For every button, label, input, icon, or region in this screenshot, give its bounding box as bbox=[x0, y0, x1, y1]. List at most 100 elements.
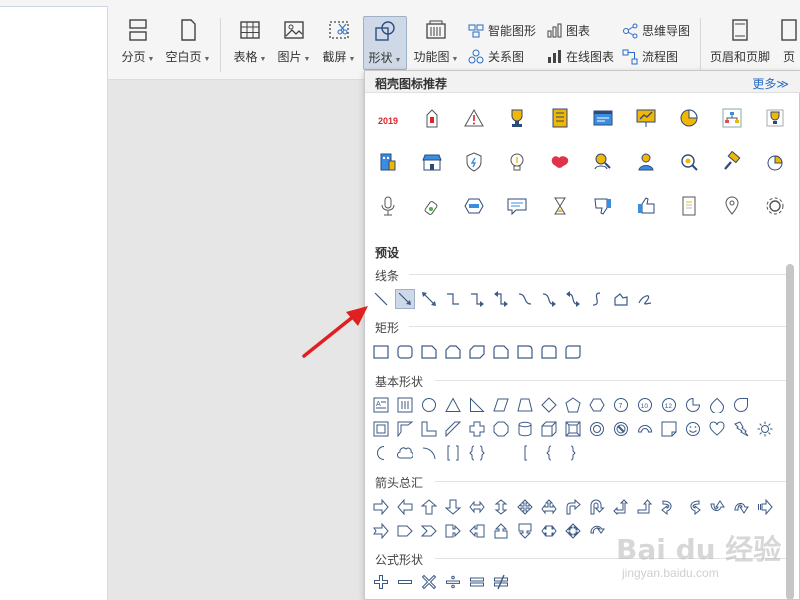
document-icon[interactable] bbox=[676, 193, 702, 219]
mind-map-button[interactable]: 思维导图 bbox=[622, 22, 690, 39]
l-shape[interactable] bbox=[420, 420, 438, 438]
sun-shape[interactable] bbox=[756, 420, 774, 438]
microphone-icon[interactable] bbox=[375, 193, 401, 219]
up-arrow-shape[interactable] bbox=[420, 498, 438, 516]
picture-button[interactable]: 图片 ▼ bbox=[274, 16, 314, 65]
lantern-icon[interactable] bbox=[419, 105, 445, 131]
curved-double-arrow-connector-shape[interactable] bbox=[564, 290, 582, 308]
up-down-arrow-shape[interactable] bbox=[492, 498, 510, 516]
decagon-shape[interactable]: 10 bbox=[636, 396, 654, 414]
left-right-up-arrow-shape[interactable] bbox=[540, 498, 558, 516]
chevron-shape[interactable] bbox=[420, 522, 438, 540]
double-arrow-line-shape[interactable] bbox=[420, 290, 438, 308]
snip-single-corner-rectangle-shape[interactable] bbox=[420, 343, 438, 361]
location-pin-icon[interactable] bbox=[719, 193, 745, 219]
frame-shape[interactable] bbox=[372, 420, 390, 438]
text-box-shape[interactable]: A bbox=[372, 396, 390, 414]
left-right-arrow-shape[interactable] bbox=[468, 498, 486, 516]
right-triangle-shape[interactable] bbox=[468, 396, 486, 414]
smiley-face-shape[interactable] bbox=[684, 420, 702, 438]
map-icon[interactable] bbox=[547, 149, 573, 175]
down-arrow-callout-shape[interactable] bbox=[516, 522, 534, 540]
building-icon[interactable] bbox=[375, 149, 401, 175]
award-icon[interactable] bbox=[762, 105, 788, 131]
pentagon-arrow-shape[interactable] bbox=[396, 522, 414, 540]
left-brace-shape[interactable] bbox=[540, 444, 558, 462]
lightning-bolt-shape[interactable] bbox=[732, 420, 750, 438]
more-link[interactable]: 更多≫ bbox=[752, 75, 789, 92]
round-diagonal-rectangle-shape[interactable] bbox=[564, 343, 582, 361]
math-minus-shape[interactable] bbox=[396, 573, 414, 591]
pie-slice-icon[interactable] bbox=[762, 149, 788, 175]
trapezoid-shape[interactable] bbox=[516, 396, 534, 414]
people-search-icon[interactable] bbox=[590, 149, 616, 175]
circular-arrow-shape[interactable] bbox=[588, 522, 606, 540]
right-arrow-shape[interactable] bbox=[372, 498, 390, 516]
right-arrow-callout-shape[interactable] bbox=[444, 522, 462, 540]
lightbulb-icon[interactable] bbox=[504, 149, 530, 175]
gear-icon[interactable] bbox=[762, 193, 788, 219]
function-chart-button[interactable]: 功能图 ▼ bbox=[412, 16, 460, 65]
can-shape[interactable] bbox=[516, 420, 534, 438]
pie-chart-icon[interactable] bbox=[676, 105, 702, 131]
heart-shape[interactable] bbox=[708, 420, 726, 438]
octagon-shape[interactable] bbox=[492, 420, 510, 438]
curved-down-arrow-shape[interactable] bbox=[732, 498, 750, 516]
block-arc-shape[interactable] bbox=[636, 420, 654, 438]
math-divide-shape[interactable] bbox=[444, 573, 462, 591]
snip-same-side-rectangle-shape[interactable] bbox=[444, 343, 462, 361]
screenshot-button[interactable]: 截屏 ▼ bbox=[318, 16, 360, 65]
double-bracket-shape[interactable] bbox=[444, 444, 462, 462]
chat-bubble-icon[interactable] bbox=[504, 193, 530, 219]
header-footer-button[interactable]: 页眉和页脚 bbox=[708, 16, 772, 65]
shape-button[interactable]: 形状 ▼ bbox=[363, 16, 407, 70]
right-brace-shape[interactable] bbox=[564, 444, 582, 462]
left-arrow-callout-shape[interactable] bbox=[468, 522, 486, 540]
thumb-down-icon[interactable] bbox=[590, 193, 616, 219]
math-equal-shape[interactable] bbox=[468, 573, 486, 591]
heptagon-shape[interactable]: 7 bbox=[612, 396, 630, 414]
cloud-shape[interactable] bbox=[396, 444, 414, 462]
arc-shape[interactable] bbox=[420, 444, 438, 462]
smart-art-button[interactable]: 智能图形 bbox=[468, 22, 536, 39]
org-chart-icon[interactable] bbox=[719, 105, 745, 131]
quad-arrow-callout-shape[interactable] bbox=[564, 522, 582, 540]
math-multiply-shape[interactable] bbox=[420, 573, 438, 591]
left-arrow-shape[interactable] bbox=[396, 498, 414, 516]
curved-connector-shape[interactable] bbox=[516, 290, 534, 308]
u-turn-arrow-shape[interactable] bbox=[588, 498, 606, 516]
parallelogram-shape[interactable] bbox=[492, 396, 510, 414]
notched-right-arrow-shape[interactable] bbox=[372, 522, 390, 540]
shop-icon[interactable] bbox=[419, 149, 445, 175]
page-break-button[interactable]: 分页 ▼ bbox=[118, 16, 158, 65]
user-icon[interactable] bbox=[633, 149, 659, 175]
curved-up-arrow-shape[interactable] bbox=[708, 498, 726, 516]
triangle-shape[interactable] bbox=[444, 396, 462, 414]
relationship-button[interactable]: 关系图 bbox=[468, 48, 524, 65]
curved-right-arrow-shape[interactable] bbox=[660, 498, 678, 516]
round-same-side-rectangle-shape[interactable] bbox=[540, 343, 558, 361]
down-arrow-shape[interactable] bbox=[444, 498, 462, 516]
browser-window-icon[interactable] bbox=[590, 105, 616, 131]
donut-shape[interactable] bbox=[588, 420, 606, 438]
arrow-line-shape[interactable] bbox=[395, 289, 415, 309]
cube-shape[interactable] bbox=[540, 420, 558, 438]
elbow-arrow-connector-shape[interactable] bbox=[468, 290, 486, 308]
magnifier-icon[interactable] bbox=[676, 149, 702, 175]
elbow-double-arrow-connector-shape[interactable] bbox=[492, 290, 510, 308]
curved-arrow-connector-shape[interactable] bbox=[540, 290, 558, 308]
curve-shape[interactable] bbox=[588, 290, 606, 308]
dodecagon-shape[interactable]: 12 bbox=[660, 396, 678, 414]
chart-button[interactable]: 图表 bbox=[546, 22, 590, 39]
folded-corner-shape[interactable] bbox=[660, 420, 678, 438]
shield-icon[interactable] bbox=[461, 149, 487, 175]
table-button[interactable]: 表格 ▼ bbox=[230, 16, 270, 65]
striped-right-arrow-shape[interactable] bbox=[756, 498, 774, 516]
chord-shape[interactable] bbox=[732, 396, 750, 414]
rounded-rectangle-shape[interactable] bbox=[396, 343, 414, 361]
online-chart-button[interactable]: 在线图表 bbox=[546, 48, 614, 65]
left-bracket-shape[interactable] bbox=[516, 444, 534, 462]
left-right-arrow-callout-shape[interactable] bbox=[540, 522, 558, 540]
presentation-board-icon[interactable] bbox=[633, 105, 659, 131]
hammer-icon[interactable] bbox=[719, 149, 745, 175]
